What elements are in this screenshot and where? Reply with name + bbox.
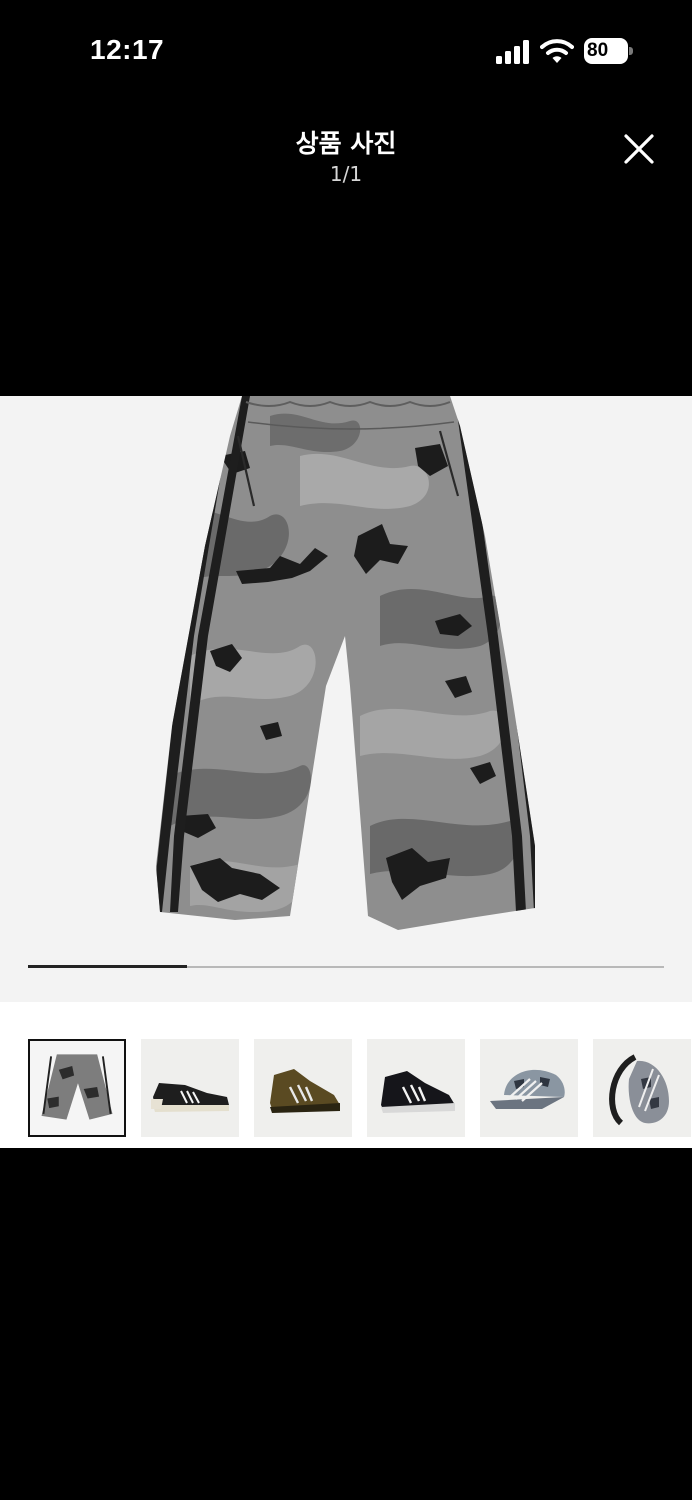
image-progress-fill: [28, 965, 187, 968]
battery-icon: 80: [584, 38, 634, 64]
camo-cap-thumbnail[interactable]: [480, 1039, 578, 1137]
camo-cap-thumbnail-image: [490, 1069, 565, 1109]
camo-sling-bag-thumbnail-image: [609, 1054, 669, 1126]
status-bar: 12:17 80: [0, 0, 692, 100]
camo-pants-thumbnail-image: [41, 1054, 113, 1120]
image-progress-track: [28, 965, 664, 968]
black-high-top-sneaker-thumbnail[interactable]: [367, 1039, 465, 1137]
image-stage[interactable]: [0, 396, 692, 1002]
viewer-title: 상품 사진: [295, 129, 397, 158]
thumbnail-strip[interactable]: [0, 1002, 692, 1148]
signal-icon: [496, 40, 529, 64]
low-top-sneaker-thumbnail[interactable]: [141, 1039, 239, 1137]
camo-sling-bag-thumbnail[interactable]: [593, 1039, 691, 1137]
battery-body: 80: [584, 38, 628, 64]
status-time: 12:17: [90, 34, 165, 65]
image-counter: 1/1: [329, 162, 363, 186]
close-button[interactable]: [618, 128, 660, 170]
battery-tip: [629, 47, 633, 55]
olive-high-top-sneaker-thumbnail-image: [270, 1069, 340, 1113]
battery-level: 80: [587, 40, 609, 61]
wifi-icon: [540, 39, 574, 63]
close-icon: [624, 134, 654, 164]
black-high-top-sneaker-thumbnail-image: [381, 1071, 455, 1113]
product-image-camo-pants[interactable]: [150, 396, 542, 936]
camo-pants-thumbnail[interactable]: [28, 1039, 126, 1137]
olive-high-top-sneaker-thumbnail[interactable]: [254, 1039, 352, 1137]
low-top-sneaker-thumbnail-image: [151, 1083, 229, 1112]
